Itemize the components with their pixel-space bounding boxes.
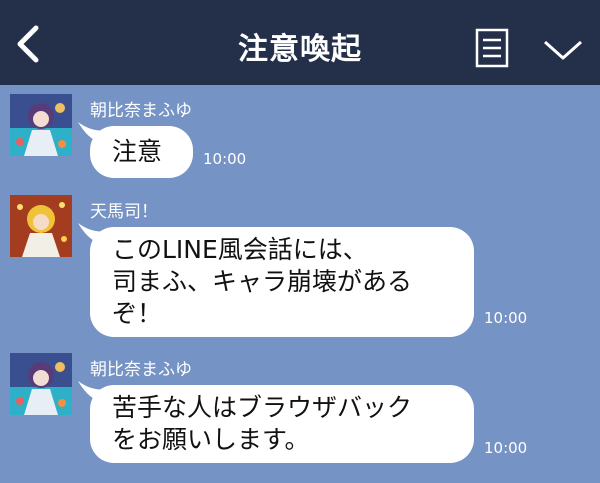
avatar-image xyxy=(10,94,72,156)
chat-header: 注意喚起 xyxy=(0,0,600,85)
sender-name: 天馬司！ xyxy=(90,202,158,222)
chat-title: 注意喚起 xyxy=(238,32,362,67)
avatar[interactable] xyxy=(10,353,72,415)
message-bubble: 注意 xyxy=(90,126,193,178)
message-text-line: ぞ！ xyxy=(112,299,163,328)
message-text-line: このLINE風会話には、 xyxy=(112,235,368,264)
note-list-icon[interactable] xyxy=(475,28,509,68)
avatar[interactable] xyxy=(10,94,72,156)
avatar-image xyxy=(10,353,72,415)
message-time: 10:00 xyxy=(484,439,528,457)
chevron-left-icon[interactable] xyxy=(10,22,50,66)
message-text-line: をお願いします。 xyxy=(112,425,310,454)
message-time: 10:00 xyxy=(484,309,528,327)
chevron-down-icon[interactable] xyxy=(542,36,584,64)
message-time: 10:00 xyxy=(203,150,247,168)
message-text-line: 苦手な人はブラウザバック xyxy=(112,393,413,422)
sender-name: 朝比奈まふゆ xyxy=(90,101,192,121)
message-text-line: 司まふ、キャラ崩壊がある xyxy=(112,267,413,296)
avatar-image xyxy=(10,195,72,257)
message-text: 注意 xyxy=(112,137,163,166)
avatar[interactable] xyxy=(10,195,72,257)
message-bubble: 苦手な人はブラウザバック をお願いします。 xyxy=(90,385,474,463)
message-bubble: このLINE風会話には、 司まふ、キャラ崩壊がある ぞ！ xyxy=(90,227,474,337)
sender-name: 朝比奈まふゆ xyxy=(90,360,192,380)
